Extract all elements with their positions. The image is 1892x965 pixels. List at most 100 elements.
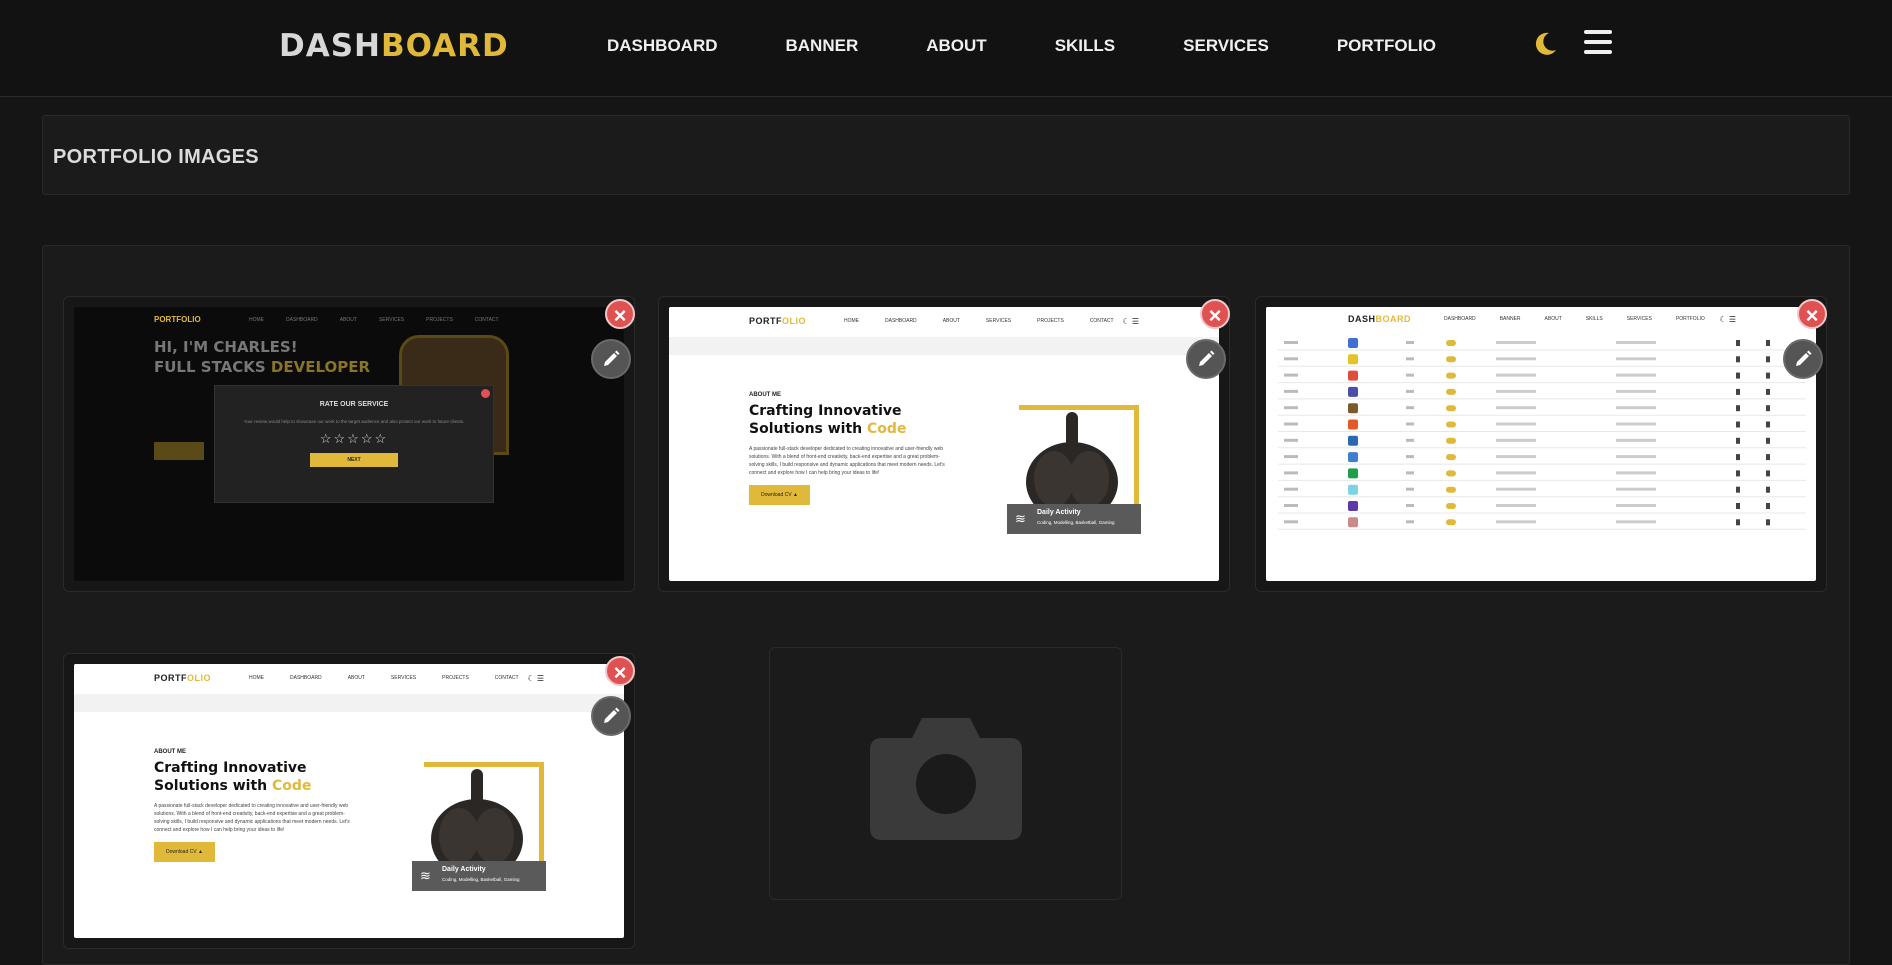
shot-nav-link: DASHBOARD: [286, 317, 318, 323]
shot-logo: DASHBOARD: [1348, 314, 1411, 324]
table-toggle: [1446, 356, 1456, 363]
shot-activity-title: Daily Activity: [442, 866, 486, 873]
shot-hero-line2a: FULL STACKS: [154, 358, 266, 376]
table-cell-text: [1284, 406, 1298, 410]
table-cell-text: [1616, 455, 1656, 459]
shot-nav-icons: ☾ ☰: [527, 673, 544, 683]
table-delete-icon: [1766, 421, 1770, 428]
table-delete-icon: [1766, 372, 1770, 379]
table-toggle: [1446, 486, 1456, 493]
shot-logo-b: OLIO: [782, 316, 806, 326]
table-delete-icon: [1766, 470, 1770, 477]
add-image-upload[interactable]: [769, 647, 1122, 900]
shot-nav-link: PROJECTS: [426, 317, 453, 323]
nav-link-dashboard[interactable]: DASHBOARD: [607, 36, 718, 56]
portfolio-image-card: PORTFOLIO HOME DASHBOARD ABOUT SERVICES …: [63, 296, 635, 592]
shot-about-h2a: Solutions with: [749, 421, 863, 437]
pencil-icon: [1796, 350, 1812, 366]
table-skill-icon: [1348, 354, 1358, 365]
table-cell-text: [1616, 504, 1656, 507]
table-delete-icon: [1766, 503, 1770, 509]
table-toggle: [1446, 421, 1456, 428]
edit-image-button[interactable]: [1186, 339, 1226, 379]
pencil-icon: [604, 707, 620, 723]
portfolio-gallery: PORTFOLIO HOME DASHBOARD ABOUT SERVICES …: [42, 245, 1850, 965]
shot-about-h2b: Code: [867, 421, 907, 437]
camera-icon: [870, 718, 1022, 840]
shot-rating-modal: RATE OUR SERVICE Your review would help …: [214, 385, 494, 503]
table-cell-text: [1496, 389, 1536, 393]
delete-image-button[interactable]: ×: [605, 656, 635, 686]
portfolio-image-card: PORTFOLIO HOME DASHBOARD ABOUT SERVICES …: [63, 653, 635, 949]
table-cell-text: [1406, 455, 1414, 459]
table-cell-text: [1406, 438, 1414, 442]
table-cell-text: [1406, 406, 1414, 410]
shot-nav-links: HOME DASHBOARD ABOUT SERVICES PROJECTS C…: [249, 317, 499, 323]
shot-hero-line1: HI, I'M CHARLES!: [154, 338, 298, 356]
table-skill-icon: [1348, 338, 1358, 348]
shot-hero-button: [154, 442, 204, 460]
table-delete-icon: [1766, 486, 1770, 493]
table-delete-icon: [1766, 388, 1770, 395]
dashboard-logo[interactable]: DASHBOARD: [279, 28, 509, 64]
shot-nav-link: DASHBOARD: [290, 675, 322, 681]
table-cell-text: [1284, 389, 1298, 393]
edit-image-button[interactable]: [1783, 339, 1823, 379]
shot-nav-link: SERVICES: [985, 318, 1012, 324]
shot-nav-links: HOME DASHBOARD ABOUT SERVICES PROJECTS C…: [249, 675, 519, 681]
nav-link-services[interactable]: SERVICES: [1183, 36, 1269, 56]
table-delete-icon: [1766, 437, 1770, 444]
hamburger-menu-icon[interactable]: [1584, 30, 1612, 58]
table-skill-icon: [1348, 517, 1358, 528]
nav-link-about[interactable]: ABOUT: [926, 36, 986, 56]
table-toggle: [1446, 388, 1456, 395]
nav-link-skills[interactable]: SKILLS: [1055, 36, 1115, 56]
shot-nav-link: CONTACT: [474, 317, 499, 323]
shot-download-button: Download CV ▲: [154, 842, 215, 862]
shot-navbar: PORTFOLIO HOME DASHBOARD ABOUT SERVICES …: [74, 664, 624, 692]
pencil-icon: [604, 350, 620, 366]
table-edit-icon: [1736, 454, 1740, 461]
portfolio-image[interactable]: DASHBOARD DASHBOARD BANNER ABOUT SKILLS …: [1266, 307, 1816, 581]
table-cell-text: [1406, 504, 1414, 507]
shot-logo-b: BOARD: [1375, 314, 1412, 324]
table-cell-text: [1284, 471, 1298, 475]
shot-about-h1: Crafting Innovative: [749, 403, 902, 419]
nav-link-banner[interactable]: BANNER: [786, 36, 859, 56]
moon-icon[interactable]: [1531, 30, 1559, 58]
table-cell-text: [1406, 373, 1414, 377]
table-edit-icon: [1736, 437, 1740, 444]
logo-part-dash: DASH: [279, 28, 381, 64]
table-toggle: [1446, 340, 1456, 346]
shot-modal-stars: ☆☆☆☆☆: [319, 431, 389, 446]
shot-about-h1: Crafting Innovative: [154, 760, 307, 776]
shot-nav-link: PROJECTS: [442, 675, 469, 681]
table-cell-text: [1284, 341, 1298, 344]
table-edit-icon: [1736, 519, 1740, 526]
portfolio-image-card: DASHBOARD DASHBOARD BANNER ABOUT SKILLS …: [1255, 296, 1827, 592]
table-cell-text: [1284, 357, 1298, 361]
delete-image-button[interactable]: ×: [605, 299, 635, 329]
table-toggle: [1446, 503, 1456, 509]
portfolio-image[interactable]: PORTFOLIO HOME DASHBOARD ABOUT SERVICES …: [669, 307, 1219, 581]
table-skill-icon: [1348, 403, 1358, 414]
table-cell-text: [1406, 487, 1414, 491]
table-delete-icon: [1766, 340, 1770, 346]
shot-nav-link: PORTFOLIO: [1675, 316, 1705, 322]
table-cell-text: [1616, 520, 1656, 524]
delete-image-button[interactable]: ×: [1797, 299, 1827, 329]
edit-image-button[interactable]: [591, 339, 631, 379]
table-cell-text: [1406, 520, 1414, 524]
table-cell-text: [1616, 357, 1656, 361]
nav-link-portfolio[interactable]: PORTFOLIO: [1337, 36, 1436, 56]
table-cell-text: [1616, 471, 1656, 475]
delete-image-button[interactable]: ×: [1200, 299, 1230, 329]
portfolio-image[interactable]: PORTFOLIO HOME DASHBOARD ABOUT SERVICES …: [74, 664, 624, 938]
shot-nav-links: HOME DASHBOARD ABOUT SERVICES PROJECTS C…: [844, 318, 1114, 324]
shot-about-heading: Crafting Innovative Solutions with Code: [154, 759, 354, 795]
portfolio-image[interactable]: PORTFOLIO HOME DASHBOARD ABOUT SERVICES …: [74, 307, 624, 581]
shot-activity-sub: Coding, Modelling, Basketball, Gaming: [442, 877, 520, 882]
edit-image-button[interactable]: [591, 696, 631, 736]
shot-nav-link: HOME: [844, 318, 859, 324]
shot-about-h2a: Solutions with: [154, 778, 268, 794]
